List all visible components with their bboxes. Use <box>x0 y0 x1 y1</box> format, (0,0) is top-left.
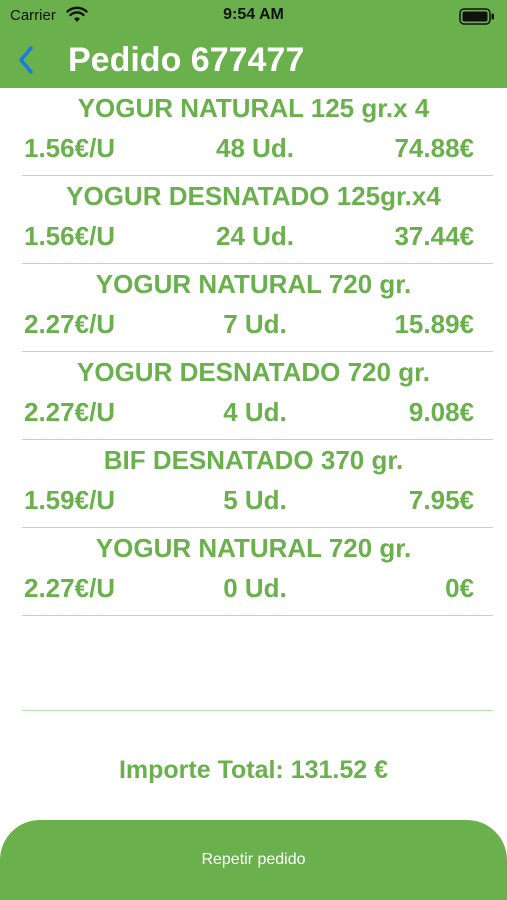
battery-icon <box>459 8 494 25</box>
line-total: 15.89€ <box>394 309 474 339</box>
line-total: 9.08€ <box>408 397 474 427</box>
unit-price: 2.27€/U <box>24 309 116 339</box>
empty-list-row <box>22 620 493 711</box>
order-item: YOGUR DESNATADO 720 gr. 2.27€/U 4 Ud. 9.… <box>0 352 507 440</box>
quantity: 24 Ud. <box>215 221 295 251</box>
line-total: 74.88€ <box>394 133 474 163</box>
product-name: YOGUR DESNATADO 125gr.x4 <box>66 181 441 211</box>
product-name: BIF DESNATADO 370 gr. <box>103 445 404 475</box>
product-name: YOGUR NATURAL 720 gr. <box>95 269 412 299</box>
line-total: 37.44€ <box>394 221 474 251</box>
unit-price: 2.27€/U <box>24 397 116 427</box>
line-total: 0€ <box>445 573 474 603</box>
unit-price: 1.56€/U <box>24 221 116 251</box>
quantity: 4 Ud. <box>223 397 287 427</box>
status-bar: Carrier 9:54 AM <box>0 0 507 32</box>
repeat-order-button[interactable]: Repetir pedido <box>0 820 507 900</box>
page-title: Pedido 677477 <box>68 41 305 79</box>
repeat-order-label: Repetir pedido <box>201 851 306 868</box>
clock: 9:54 AM <box>223 6 284 23</box>
order-items-list: YOGUR NATURAL 125 gr.x 4 1.56€/U 48 Ud. … <box>0 88 507 616</box>
product-name: YOGUR DESNATADO 720 gr. <box>77 357 430 387</box>
row-divider <box>22 615 493 616</box>
quantity: 48 Ud. <box>215 133 295 163</box>
order-item: BIF DESNATADO 370 gr. 1.59€/U 5 Ud. 7.95… <box>0 440 507 528</box>
product-name: YOGUR NATURAL 125 gr.x 4 <box>77 93 430 123</box>
unit-price: 1.56€/U <box>24 133 116 163</box>
unit-price: 1.59€/U <box>24 485 116 515</box>
line-total: 7.95€ <box>408 485 474 515</box>
order-total: Importe Total: 131.52 € <box>118 756 389 784</box>
order-item: YOGUR NATURAL 720 gr. 2.27€/U 7 Ud. 15.8… <box>0 264 507 352</box>
quantity: 7 Ud. <box>223 309 287 339</box>
product-name: YOGUR NATURAL 720 gr. <box>95 533 412 563</box>
back-button[interactable] <box>8 40 44 80</box>
unit-price: 2.27€/U <box>24 573 116 603</box>
order-item: YOGUR NATURAL 125 gr.x 4 1.56€/U 48 Ud. … <box>0 88 507 176</box>
order-item: YOGUR DESNATADO 125gr.x4 1.56€/U 24 Ud. … <box>0 176 507 264</box>
order-item: YOGUR NATURAL 720 gr. 2.27€/U 0 Ud. 0€ <box>0 528 507 616</box>
chevron-left-icon <box>19 46 33 74</box>
navigation-bar: Pedido 677477 <box>0 32 507 88</box>
quantity: 0 Ud. <box>223 573 287 603</box>
quantity: 5 Ud. <box>223 485 287 515</box>
